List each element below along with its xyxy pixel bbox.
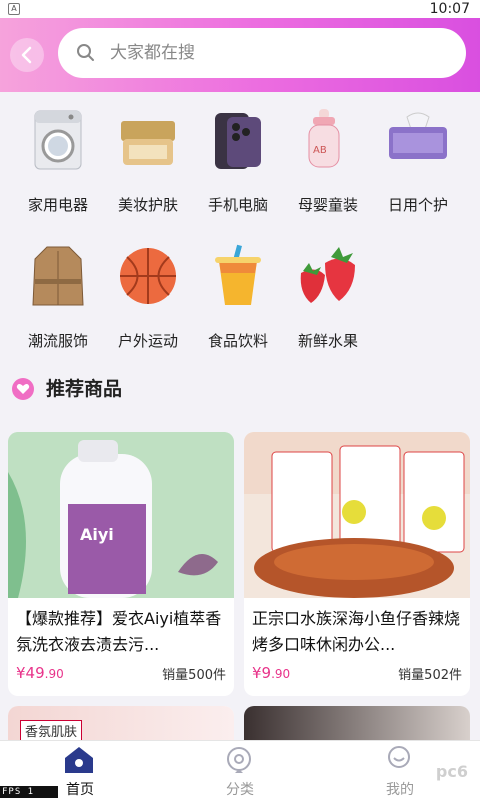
- smartphone-icon: [205, 107, 271, 173]
- search-icon: [77, 44, 94, 61]
- category-fruit[interactable]: 新鲜水果: [283, 228, 373, 358]
- status-time: 10:07: [429, 1, 470, 17]
- header: [0, 18, 480, 92]
- heart-icon: [12, 378, 34, 400]
- product-sold-count: 销量500件: [162, 668, 226, 683]
- svg-text:Aiyi: Aiyi: [80, 525, 114, 544]
- category-label: 食品饮料: [207, 332, 268, 350]
- user-icon: [382, 745, 416, 775]
- category-grid: 家用电器 美妆护肤 手机电脑 AB 母婴童装 日用个护 潮流服饰 户外运动 食品…: [0, 92, 480, 362]
- category-icon: [222, 745, 256, 775]
- fps-counter: FPS 1: [0, 786, 58, 798]
- watermark: pc6: [435, 762, 468, 781]
- category-beauty[interactable]: 美妆护肤: [103, 92, 193, 222]
- trench-coat-icon: [25, 243, 91, 309]
- category-label: 潮流服饰: [27, 332, 88, 350]
- product-title: 正宗口水族深海小鱼仔香辣烧烤多口味休闲办公...: [252, 609, 461, 654]
- status-bar: A 10:07: [0, 0, 480, 18]
- product-price: ¥49.90: [16, 664, 64, 682]
- category-label: 手机电脑: [207, 196, 268, 214]
- tab-category[interactable]: 分类: [160, 741, 320, 800]
- product-image: [244, 432, 470, 598]
- category-label: 新鲜水果: [297, 332, 358, 350]
- search-bar[interactable]: [58, 28, 466, 78]
- category-label: 家用电器: [27, 196, 88, 214]
- tab-label: 我的: [386, 782, 414, 798]
- product-price: ¥9.90: [252, 664, 291, 682]
- product-card[interactable]: 正宗口水族深海小鱼仔香辣烧烤多口味休闲办公... ¥9.90 销量502件: [244, 432, 470, 696]
- product-sold-count: 销量502件: [398, 668, 462, 683]
- washing-machine-icon: [25, 107, 91, 173]
- category-label: 户外运动: [117, 332, 178, 350]
- section-title: 推荐商品: [46, 378, 123, 400]
- product-card[interactable]: Aiyi 【爆款推荐】爱衣Aiyi植萃香氛洗衣液去渍去污... ¥49.90 销…: [8, 432, 234, 696]
- back-button[interactable]: [10, 38, 44, 72]
- chevron-left-icon: [21, 46, 32, 64]
- category-daily[interactable]: 日用个护: [373, 92, 463, 222]
- home-icon: [62, 745, 96, 775]
- category-appliances[interactable]: 家用电器: [13, 92, 103, 222]
- category-phones[interactable]: 手机电脑: [193, 92, 283, 222]
- baby-bottle-icon: AB: [295, 107, 361, 173]
- product-tag: 香氛肌肤: [20, 720, 83, 741]
- tissue-box-icon: [385, 107, 451, 173]
- product-image: Aiyi: [8, 432, 234, 598]
- strawberry-icon: [295, 243, 361, 309]
- category-fashion[interactable]: 潮流服饰: [13, 228, 103, 358]
- category-food[interactable]: 食品饮料: [193, 228, 283, 358]
- notification-icon: A: [8, 3, 20, 15]
- category-outdoor[interactable]: 户外运动: [103, 228, 193, 358]
- category-label: 美妆护肤: [117, 196, 178, 214]
- category-label: 日用个护: [387, 196, 448, 214]
- product-title: 【爆款推荐】爱衣Aiyi植萃香氛洗衣液去渍去污...: [16, 609, 222, 654]
- category-baby[interactable]: AB 母婴童装: [283, 92, 373, 222]
- drink-cup-icon: [205, 243, 271, 309]
- basketball-icon: [115, 243, 181, 309]
- search-input[interactable]: [110, 38, 440, 68]
- category-label: 母婴童装: [297, 196, 358, 214]
- tab-label: 分类: [226, 782, 254, 798]
- cream-jar-icon: [115, 107, 181, 173]
- bottom-tab-bar: 首页 分类 我的: [0, 740, 480, 800]
- svg-text:AB: AB: [313, 145, 327, 156]
